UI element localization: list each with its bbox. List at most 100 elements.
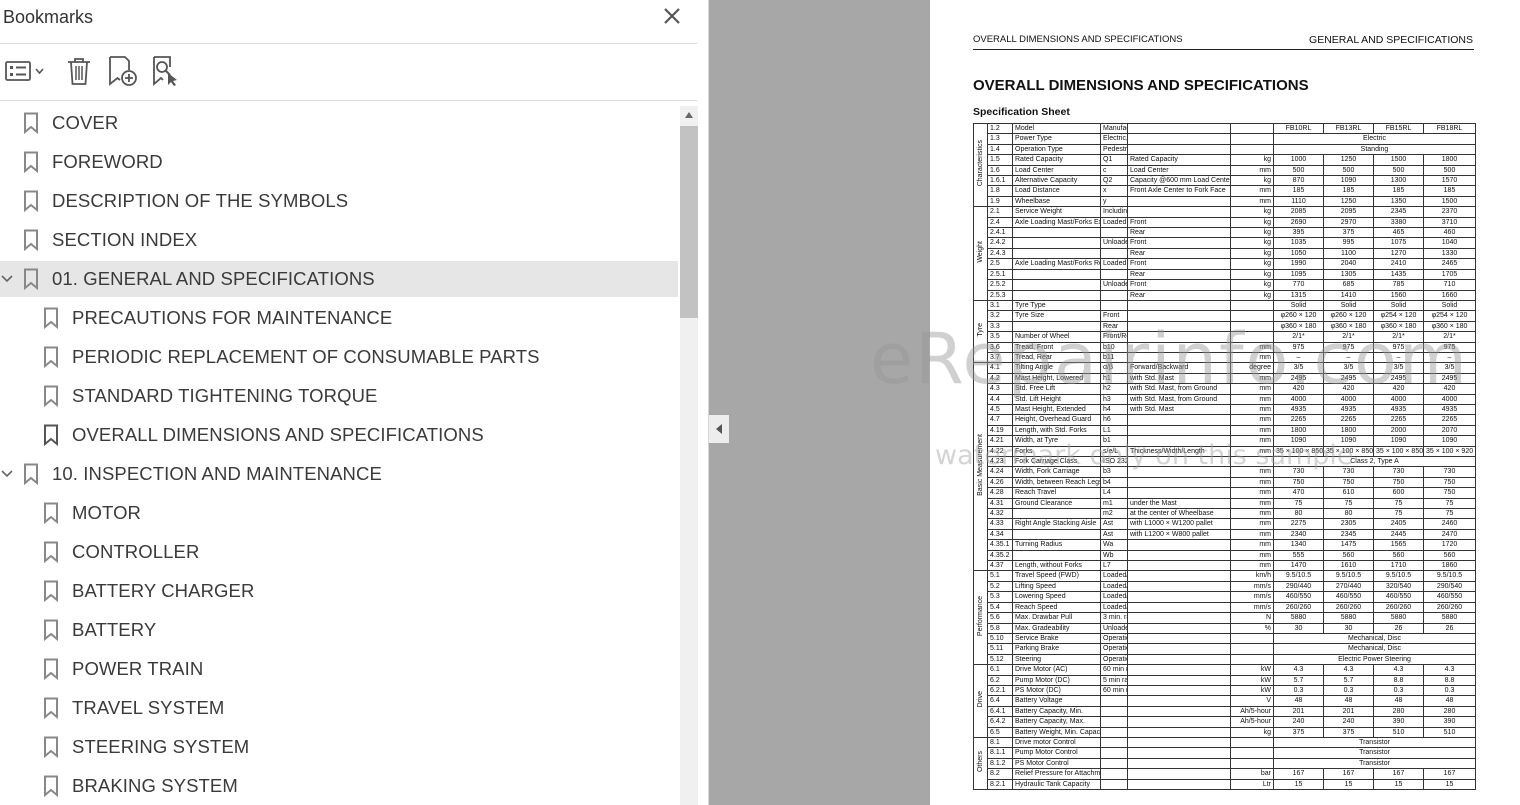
- cell-no: 8.1: [987, 736, 1013, 749]
- bookmark-item[interactable]: CONTROLLER: [0, 534, 678, 570]
- bookmark-item[interactable]: POWER TRAIN: [0, 651, 678, 687]
- cell-value: 185: [1273, 185, 1324, 197]
- bookmark-label: BATTERY CHARGER: [72, 580, 255, 601]
- bookmark-item[interactable]: COVER: [0, 105, 678, 141]
- cell-value: 460/550: [1373, 591, 1424, 603]
- bookmark-item[interactable]: 10. INSPECTION AND MAINTENANCE: [0, 456, 678, 492]
- cell-no: 1.6.1: [987, 175, 1013, 187]
- find-bookmark-button[interactable]: [150, 54, 182, 88]
- close-button[interactable]: [660, 4, 684, 28]
- bookmark-icon: [44, 697, 58, 719]
- bookmark-item[interactable]: PRECAUTIONS FOR MAINTENANCE: [0, 300, 678, 336]
- cell-value: 750: [1423, 487, 1476, 499]
- group-label-cell: Basic Measurement: [973, 362, 988, 572]
- cell-unit: mm: [1230, 435, 1274, 447]
- add-bookmark-button[interactable]: [105, 54, 139, 88]
- cell-item: Axle Loading Mast/Forks Extended: [1012, 216, 1101, 229]
- cell-unit: mm: [1230, 372, 1274, 385]
- scrollbar-thumb[interactable]: [680, 126, 698, 318]
- chevron-down-icon[interactable]: [0, 270, 16, 288]
- cell-no: 4.28: [987, 487, 1013, 499]
- bookmark-item[interactable]: STEERING SYSTEM: [0, 729, 678, 765]
- cell-item: Length, with Std. Forks: [1012, 424, 1101, 437]
- cell-item: Std. Free Lift: [1012, 383, 1101, 395]
- cell-value: 1800: [1423, 154, 1476, 166]
- cell-item: Service Weight: [1012, 206, 1101, 218]
- bookmark-item[interactable]: BATTERY: [0, 612, 678, 648]
- bookmark-item[interactable]: STANDARD TIGHTENING TORQUE: [0, 378, 678, 414]
- cell-value: 2085: [1273, 206, 1324, 218]
- bookmark-item[interactable]: OVERALL DIMENSIONS AND SPECIFICATIONS: [0, 417, 678, 453]
- document-page: OVERALL DIMENSIONS AND SPECIFICATIONS GE…: [930, 0, 1520, 805]
- table-row: 4.33 Right Angle Stacking Aisle Ast with L1…: [974, 518, 1476, 530]
- table-row: 2.5.2 UnloadedFrontkg770685785710: [974, 279, 1476, 291]
- cell-value: 2345: [1373, 206, 1424, 218]
- cell-value: 4935: [1273, 403, 1324, 416]
- cell-cond: [1127, 736, 1231, 749]
- cell-value: 2690: [1273, 216, 1324, 229]
- cell-value: 80: [1273, 508, 1324, 520]
- cell-cond: [1127, 122, 1231, 135]
- cell-sym: b1: [1100, 435, 1128, 447]
- bookmark-item[interactable]: SECTION INDEX: [0, 222, 678, 258]
- cell-sym: [1100, 736, 1128, 749]
- options-menu-button[interactable]: [4, 54, 48, 88]
- cell-value: 1350: [1373, 195, 1424, 208]
- bookmark-item[interactable]: MOTOR: [0, 495, 678, 531]
- bookmark-label: MOTOR: [72, 502, 142, 523]
- cell-cond: [1127, 684, 1231, 697]
- cell-no: 5.11: [987, 643, 1013, 655]
- bookmark-item[interactable]: 01. GENERAL AND SPECIFICATIONS: [0, 261, 678, 297]
- cell-value: 500: [1373, 164, 1424, 177]
- bookmark-item[interactable]: PERIODIC REPLACEMENT OF CONSUMABLE PARTS: [0, 339, 678, 375]
- collapse-panel-button[interactable]: [709, 415, 729, 443]
- cell-value: 48: [1423, 695, 1476, 707]
- cell-item: [1012, 320, 1101, 333]
- cell-cond: [1127, 591, 1231, 603]
- bookmark-item[interactable]: BRAKING SYSTEM: [0, 768, 678, 804]
- chevron-down-icon[interactable]: [0, 465, 16, 483]
- cell-value: 1570: [1423, 175, 1476, 187]
- cell-unit: mm: [1230, 393, 1274, 405]
- cell-value: 1860: [1423, 560, 1476, 572]
- cell-cond: [1127, 632, 1231, 645]
- bookmark-tree: COVER FOREWORD DESCRIPTION OF THE SYMBOLS S…: [0, 104, 678, 805]
- cell-unit: N: [1230, 612, 1274, 624]
- scroll-up-button[interactable]: [680, 106, 698, 124]
- cell-value: 3380: [1373, 216, 1424, 229]
- cell-no: 3.7: [987, 351, 1013, 364]
- cell-value: 9.5/10.5: [1323, 570, 1374, 582]
- cell-value: 1720: [1423, 539, 1476, 551]
- cell-cond: [1127, 455, 1231, 468]
- cell-cond: Front: [1127, 258, 1231, 270]
- bookmark-item[interactable]: DESCRIPTION OF THE SYMBOLS: [0, 183, 678, 219]
- bookmark-item[interactable]: BATTERY CHARGER: [0, 573, 678, 609]
- cell-item: Hydraulic Tank Capacity: [1012, 778, 1101, 791]
- cell-span-value: Transistor: [1273, 747, 1476, 759]
- cell-value: 1410: [1323, 289, 1374, 301]
- cell-value: 48: [1323, 695, 1374, 707]
- cell-value: 1475: [1323, 539, 1374, 551]
- table-row: 8.2 Relief Pressure for Attachment bar 167 1…: [974, 768, 1476, 780]
- table-row: 4.26 Width, between Reach Legs b4 mm 750 750 7…: [974, 476, 1476, 489]
- delete-bookmark-button[interactable]: [64, 54, 94, 88]
- bookmark-icon: [44, 658, 58, 680]
- table-row: 6.4.2 Battery Capacity, Max. Ah/5-hour 240 2…: [974, 716, 1476, 728]
- cell-value: 2/1*: [1373, 331, 1424, 343]
- cell-value: 2370: [1423, 206, 1476, 218]
- cell-item: Model: [1012, 122, 1101, 135]
- cell-value: 26: [1423, 622, 1476, 634]
- cell-value: 870: [1273, 175, 1324, 187]
- cell-item: Pump Motor (DC): [1012, 674, 1101, 686]
- document-title: OVERALL DIMENSIONS AND SPECIFICATIONS: [973, 77, 1309, 94]
- cell-sym: Unloaded: [1100, 237, 1128, 249]
- cell-unit: [1230, 143, 1274, 156]
- cell-value: 460/550: [1323, 591, 1374, 603]
- bookmark-item[interactable]: TRAVEL SYSTEM: [0, 690, 678, 726]
- cell-sym: b3: [1100, 466, 1128, 478]
- cell-value: φ360 × 180: [1423, 320, 1476, 333]
- cell-sym: 60 min rating: [1100, 664, 1128, 676]
- cell-value: 610: [1323, 487, 1374, 499]
- bookmark-item[interactable]: FOREWORD: [0, 144, 678, 180]
- cell-item: [1012, 279, 1101, 291]
